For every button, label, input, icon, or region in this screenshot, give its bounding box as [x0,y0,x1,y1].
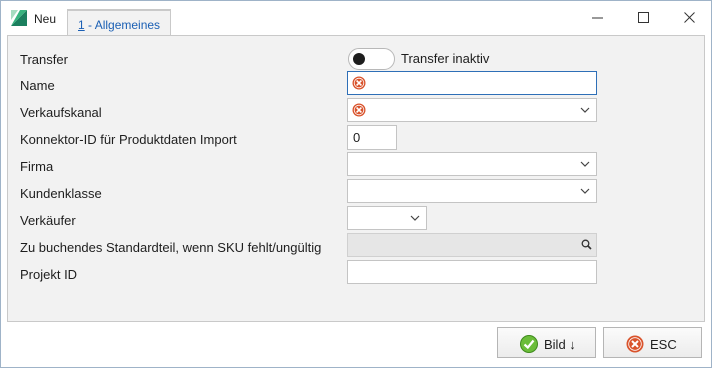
standardteil-lookup[interactable] [347,233,597,257]
verkaufskanal-label: Verkaufskanal [20,105,102,120]
minimize-icon [592,17,603,19]
standardteil-label: Zu buchendes Standardteil, wenn SKU fehl… [20,240,322,255]
title-bar: Neu 1 - Allgemeines [1,1,711,36]
firma-select[interactable] [347,152,597,176]
cancel-icon [626,335,644,353]
projekt-label: Projekt ID [20,267,78,282]
name-label: Name [20,78,55,93]
close-icon [684,12,695,23]
verkaeufer-label: Verkäufer [20,213,76,228]
tab-label: 1 - Allgemeines [78,18,160,32]
tab-title: - Allgemeines [84,18,161,32]
chevron-down-icon [580,188,590,194]
form-panel: Transfer Transfer inaktiv Name Verkaufsk… [7,35,705,322]
bild-down-button[interactable]: Bild ↓ [497,327,596,358]
search-icon[interactable] [581,239,592,250]
error-icon [352,103,366,117]
transfer-label: Transfer [20,52,68,67]
esc-label: ESC [650,337,677,352]
transfer-toggle[interactable] [348,48,395,70]
verkaeufer-select[interactable] [347,206,427,230]
konnektor-input[interactable]: 0 [347,125,397,150]
checkmark-icon [520,335,538,353]
projekt-input[interactable] [347,260,597,284]
maximize-button[interactable] [629,7,659,29]
konnektor-value: 0 [353,130,361,145]
tab-shortcut-number: 1 [78,18,85,32]
kundenklasse-label: Kundenklasse [20,186,102,201]
maximize-icon [638,12,649,23]
close-button[interactable] [675,7,705,29]
konnektor-label: Konnektor-ID für Produktdaten Import [20,132,237,147]
name-input[interactable] [347,71,597,95]
chevron-down-icon [580,107,590,113]
error-icon [352,76,366,90]
toggle-knob [353,53,365,65]
window-title: Neu [34,12,57,26]
tab-allgemeines[interactable]: 1 - Allgemeines [67,9,171,36]
chevron-down-icon [580,161,590,167]
esc-button[interactable]: ESC [603,327,702,358]
kundenklasse-select[interactable] [347,179,597,203]
dialog-window: Neu 1 - Allgemeines Transfer Transfer in… [0,0,712,368]
minimize-button[interactable] [583,7,613,29]
bild-down-label: Bild ↓ [544,337,576,352]
chevron-down-icon [410,215,420,221]
verkaufskanal-select[interactable] [347,98,597,122]
app-logo-icon [11,10,27,26]
firma-label: Firma [20,159,54,174]
transfer-toggle-label: Transfer inaktiv [401,51,490,66]
